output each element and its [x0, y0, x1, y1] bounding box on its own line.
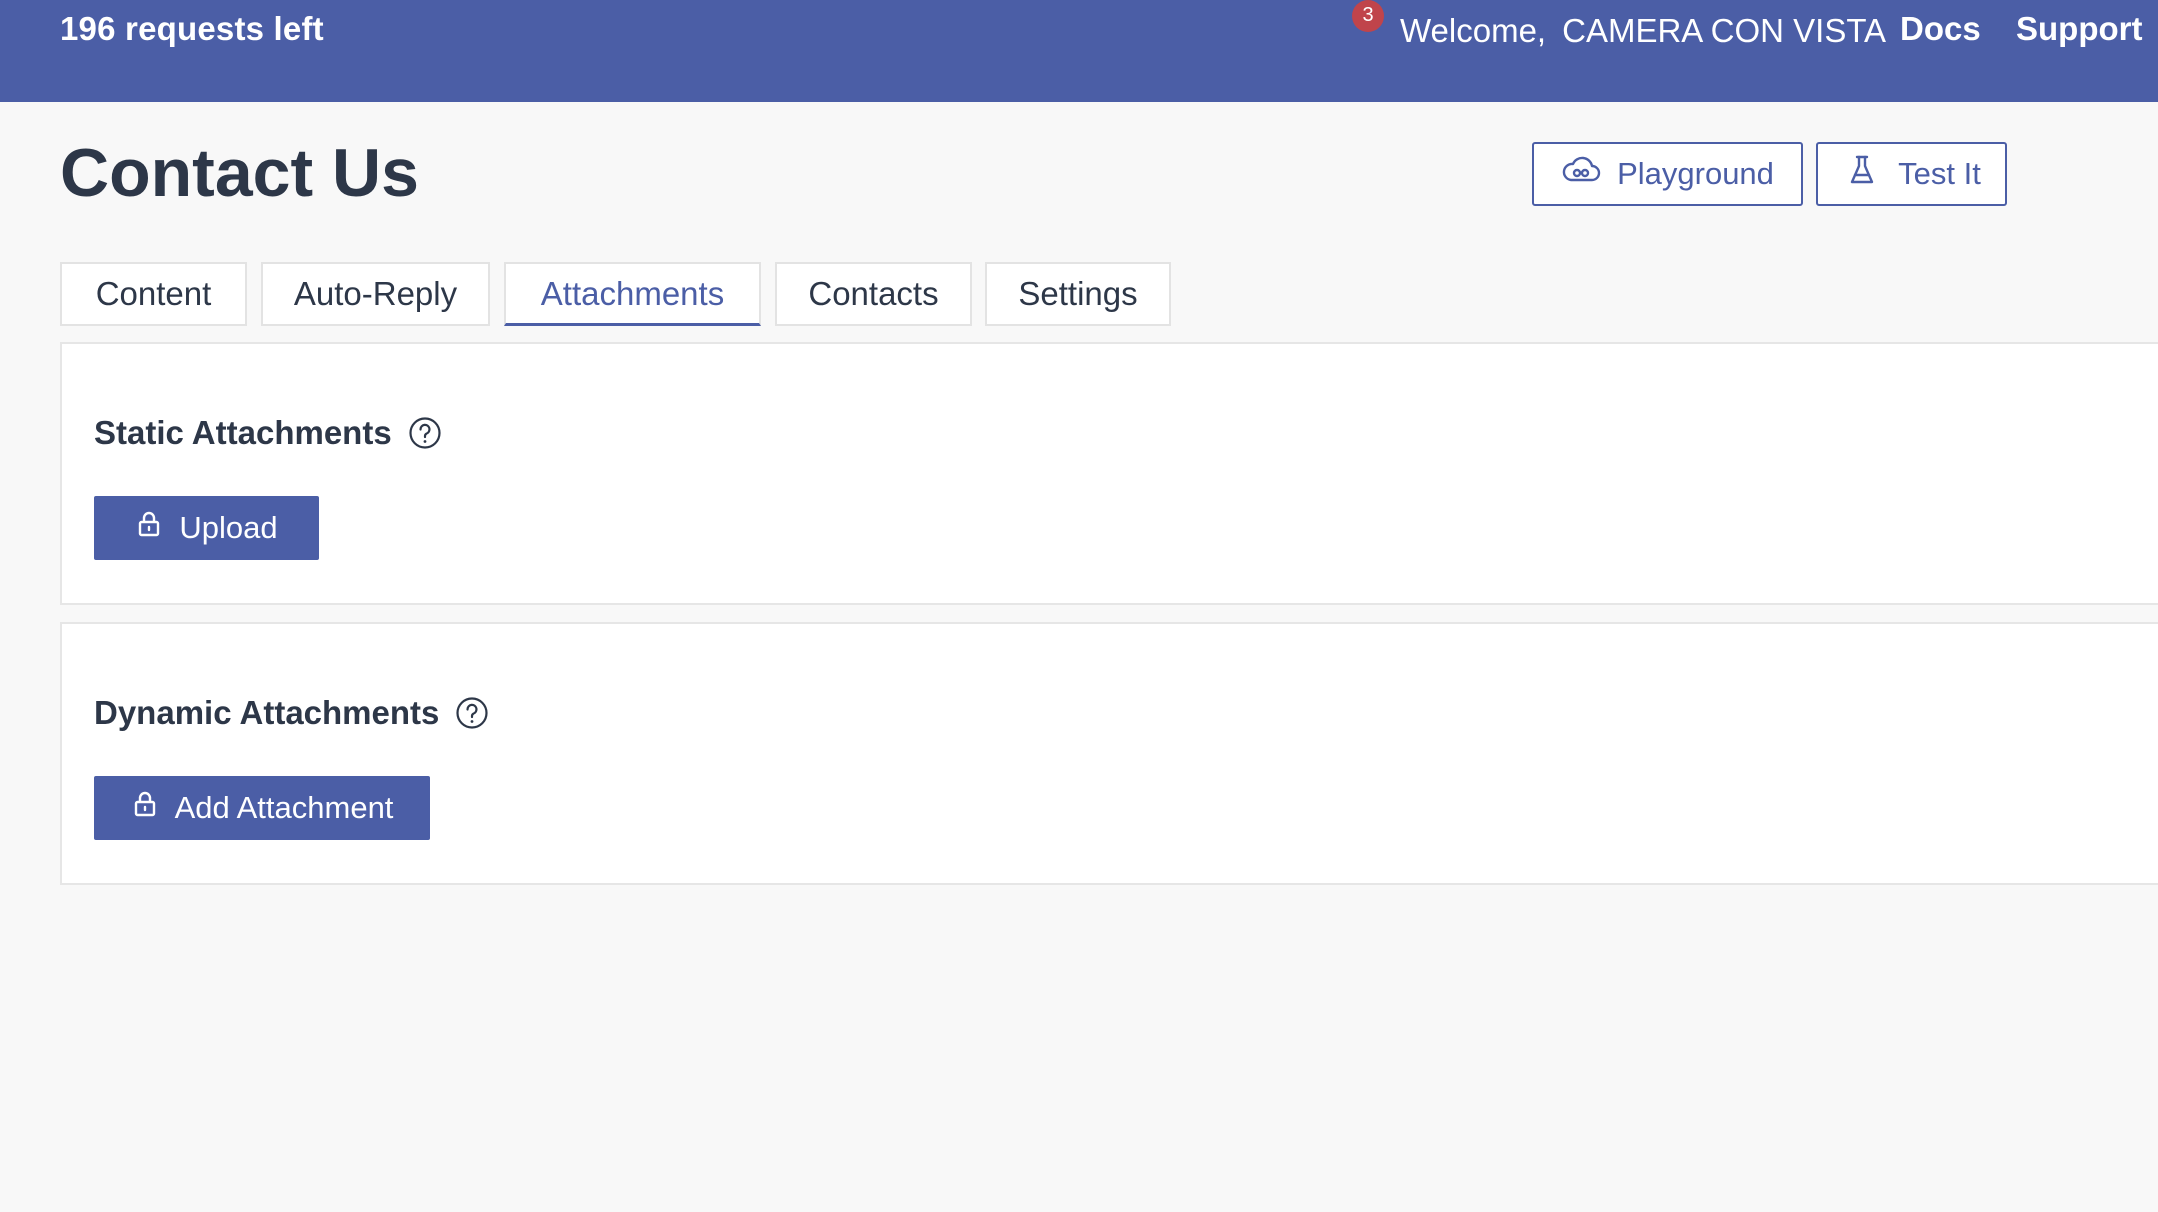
static-attachments-card: Static Attachments Upload: [60, 342, 2158, 605]
help-icon[interactable]: [408, 416, 442, 450]
flask-icon: [1842, 154, 1882, 194]
welcome-message: Welcome, CAMERA CON VISTA: [1400, 12, 1886, 50]
lock-icon: [135, 510, 163, 546]
upload-button[interactable]: Upload: [94, 496, 319, 560]
static-attachments-heading: Static Attachments: [94, 414, 442, 452]
tab-content[interactable]: Content: [60, 262, 247, 326]
dynamic-attachments-heading: Dynamic Attachments: [94, 694, 489, 732]
cloud-icon: [1561, 154, 1601, 194]
support-link[interactable]: Support: [2016, 10, 2142, 48]
upload-label: Upload: [179, 510, 278, 545]
tab-attachments[interactable]: Attachments: [504, 262, 761, 326]
docs-link[interactable]: Docs: [1900, 10, 1981, 48]
dynamic-attachments-title: Dynamic Attachments: [94, 694, 440, 731]
tab-contacts[interactable]: Contacts: [775, 262, 972, 326]
help-icon[interactable]: [455, 696, 489, 730]
lock-icon: [131, 790, 159, 826]
dynamic-attachments-card: Dynamic Attachments Add Attachment: [60, 622, 2158, 885]
top-navbar: 196 requests left 3 Welcome, CAMERA CON V…: [0, 0, 2158, 102]
notification-badge[interactable]: 3: [1352, 0, 1384, 32]
welcome-label: Welcome,: [1400, 12, 1547, 49]
add-attachment-label: Add Attachment: [174, 790, 394, 825]
test-it-button[interactable]: Test It: [1816, 142, 2007, 206]
add-attachment-button[interactable]: Add Attachment: [94, 776, 430, 840]
tab-settings[interactable]: Settings: [985, 262, 1171, 326]
test-it-label: Test It: [1898, 156, 1981, 191]
tab-auto-reply[interactable]: Auto-Reply: [261, 262, 490, 326]
playground-label: Playground: [1617, 156, 1774, 191]
static-attachments-title: Static Attachments: [94, 414, 392, 451]
playground-button[interactable]: Playground: [1532, 142, 1803, 206]
page-title: Contact Us: [60, 135, 419, 211]
user-name[interactable]: CAMERA CON VISTA: [1562, 12, 1886, 49]
requests-left-counter: 196 requests left: [60, 10, 324, 47]
